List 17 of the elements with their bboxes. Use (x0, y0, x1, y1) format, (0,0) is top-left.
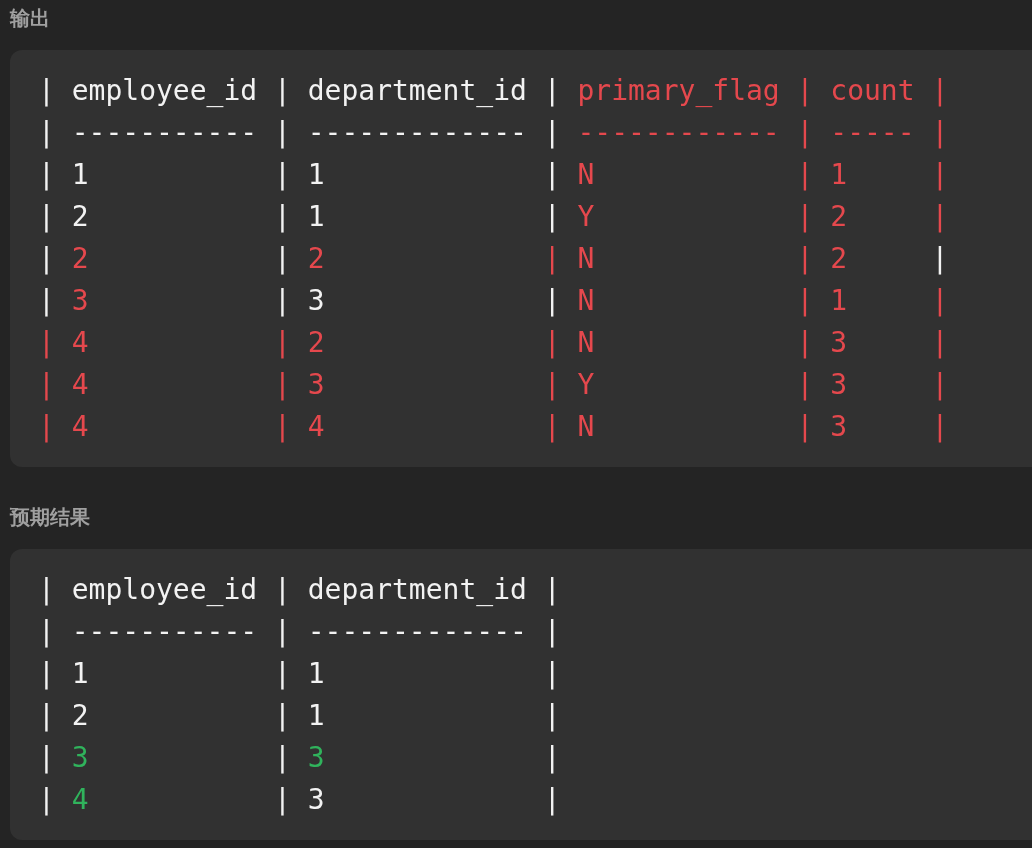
code-line: | 4 | 3 | Y | 3 | (38, 367, 949, 403)
section-title: 输出 (10, 5, 50, 32)
code-line: | employee_id | department_id | primary_flag | count | (38, 73, 949, 109)
code-line: | 4 | 2 | N | 3 | (38, 325, 949, 361)
code-line: | 3 | 3 | (38, 740, 561, 776)
code-line: | 4 | 4 | N | 3 | (38, 409, 949, 445)
code-line: | 4 | 3 | (38, 782, 561, 818)
code-line: | 1 | 1 | N | 1 | (38, 157, 949, 193)
section-title: 预期结果 (10, 504, 90, 531)
code-line: | employee_id | department_id | (38, 572, 561, 608)
code-line: | 1 | 1 | (38, 656, 561, 692)
code-line: | 2 | 1 | Y | 2 | (38, 199, 949, 235)
code-line: | ----------- | ------------- | ------------ | ----- | (38, 115, 949, 151)
code-line: | ----------- | ------------- | (38, 614, 561, 650)
code-line: | 2 | 1 | (38, 698, 561, 734)
code-line: | 3 | 3 | N | 1 | (38, 283, 949, 319)
code-line: | 2 | 2 | N | 2 | (38, 241, 949, 277)
